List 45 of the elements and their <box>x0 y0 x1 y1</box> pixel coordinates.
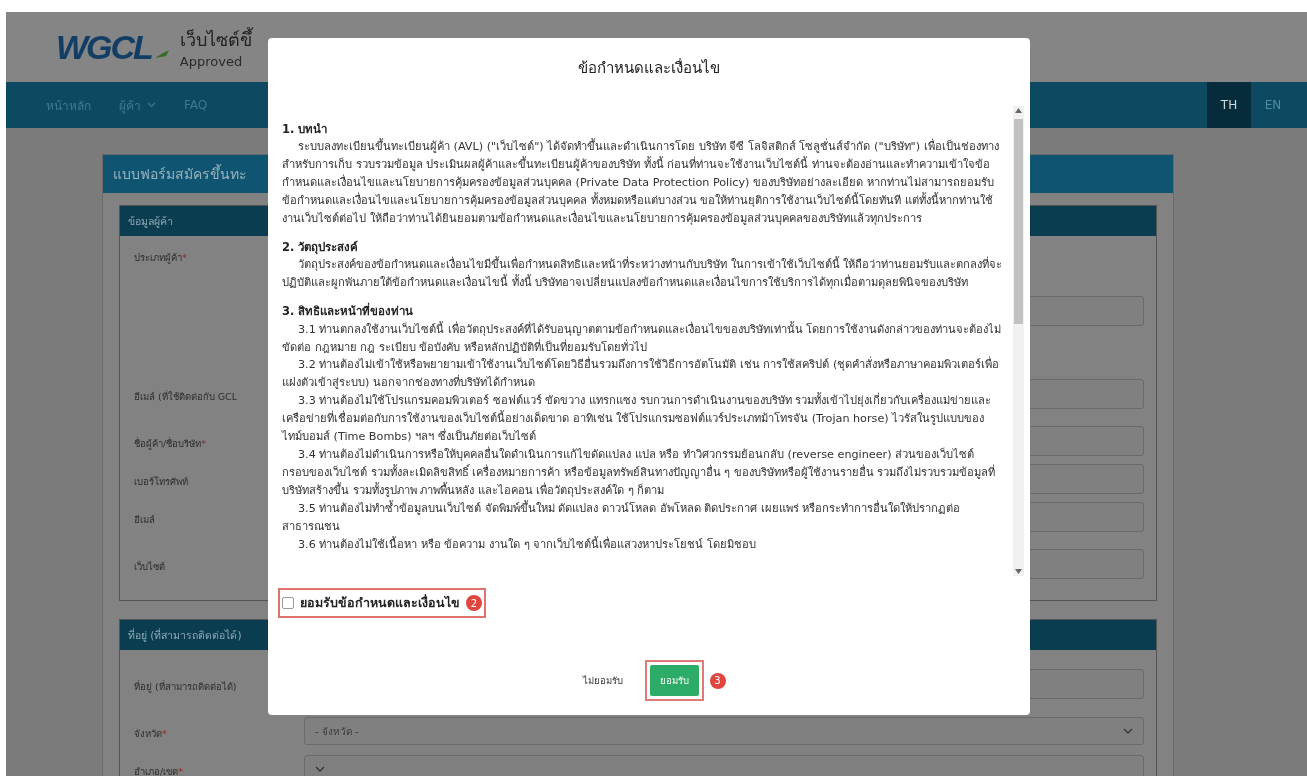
field-label: อำเภอ/เขต* <box>134 765 183 776</box>
terms-paragraph: 3.1 ท่านตกลงใช้งานเว็บไซต์นี้ เพื่อวัตถุประสงค์ที่ได้รับอนุญาตตามข้อกำหนดและเงื่อนไขของบริษัทเท่านั้น โดยการใช้งานดังกล่าวของท่านจะต้องไม่ขัดต่อ กฎหมาย กฎ ระเบียบ ข้อบังคับ หรือหลักปฏิบัติที่เป็นที่ยอมรับโดยทั่วไป <box>282 320 1003 356</box>
site-title: เว็บไซต์ขึ้ <box>179 26 252 52</box>
select-placeholder: - จังหวัด - <box>315 724 359 739</box>
step-badge: 2 <box>466 595 482 611</box>
accept-button[interactable]: ยอมรับ <box>649 665 699 696</box>
scrollbar[interactable] <box>1013 106 1024 576</box>
terms-paragraph: วัตถุประสงค์ของข้อกำหนดและเงื่อนไขมีขึ้นเพื่อกำหนดสิทธิและหน้าที่ระหว่างท่านกับบริษัท ในการเข้าใช้เว็บไซต์นี้ ให้ถือว่าท่านยอมรับและตกลงที่จะปฏิบัติและผูกพันภายใต้ข้อกำหนดและเงื่อนไขนี้ ทั้งนี้ บริษัทอาจเปลี่ยนแปลงข้อกำหนดและเงื่อนไขการใช้บริการได้ทุกเมื่อตามดุลยพินิจของบริษัท <box>282 256 1003 292</box>
section-title: ข้อมูลผู้ค้า <box>128 213 173 230</box>
scrollbar-thumb[interactable] <box>1014 119 1023 324</box>
terms-paragraph: 3.3 ท่านต้องไม่ใช้โปรแกรมคอมพิวเตอร์ ซอฟต์แวร์ ขัดขวาง แทรกแซง รบกวนการดำเนินงานของบริษัท รวมทั้งเข้าไปยุ่งเกี่ยวกับเครื่องแม่ข่ายและเครือข่ายที่เชื่อมต่อกับการใช้งานของเว็บไซต์นี้อย่างเด็ดขาด อาทิเช่น ใช้โปรแกรมซอฟต์แวร์ประเภทม้าโทรจัน (Trojan horse) ไวรัสในรูปแบบของไทม์บอมส์ (Time Bombs) ฯลฯ ซึ่งเป็นภัยต่อเว็บไซต์ <box>282 392 993 446</box>
form-title: แบบฟอร์มสมัครขึ้นทะ <box>113 163 247 184</box>
select-field[interactable]: - จังหวัด - <box>304 717 1144 745</box>
scroll-up-icon[interactable] <box>1015 108 1022 113</box>
section-heading: 3. สิทธิและหน้าที่ของท่าน <box>282 302 415 321</box>
section-heading: 2. วัตถุประสงค์ <box>282 239 360 256</box>
field-label: จังหวัด* <box>134 727 167 739</box>
field-label: ประเภทผู้ค้า* <box>134 252 187 263</box>
field-label: เว็บไซต์ <box>134 560 165 572</box>
agree-label[interactable]: ยอมรับข้อกำหนดและเงื่อนไข <box>300 593 460 613</box>
select-field[interactable] <box>304 755 1144 776</box>
field-label: ที่อยู่ (ที่สามารถติดต่อได้) <box>134 680 237 692</box>
agree-checkbox[interactable] <box>282 597 294 609</box>
leaf-icon <box>153 49 170 59</box>
field-label: อีเมล์ <box>134 513 155 525</box>
language-tab[interactable]: EN <box>1251 82 1295 128</box>
language-tab[interactable]: TH <box>1207 82 1251 128</box>
section-heading: 1. บทนำ <box>282 121 329 138</box>
terms-paragraph: 3.4 ท่านต้องไม่ดำเนินการหรือให้บุคคลอื่นใดดำเนินการแก้ไขดัดแปลง แปล หรือ ทำวิศวกรรมย้อนกลับ (reverse engineer) ส่วนของเว็บไซต์ กรอบของเว็บไซต์ รวมทั้งละเมิดลิขสิทธิ์ เครื่องหมายการค้า หรือข้อมูลทรัพย์สินทางปัญญาอื่น ๆ ของบริษัทหรือผู้ใช้งานรายอื่น รวมถึงไม่รวบรวมข้อมูลที่บริษัทสร้างขึ้น รวมทั้งรูปภาพ ภาพพื้นหลัง และไอคอน เพื่อวัตถุประสงค์ใด ๆ ก็ตาม <box>282 446 997 499</box>
chevron-down-icon <box>1123 728 1133 734</box>
terms-paragraph: ระบบลงทะเบียนขึ้นทะเบียนผู้ค้า (AVL) ("เว็บไซต์") ได้จัดทำขึ้นและดำเนินการโดย บริษัท จีซี โลจิสติกส์ โซลูชั่นส์จำกัด ("บริษัท") เพื่อเป็นช่องทางสำหรับการเก็บ รวบรวมข้อมูล ประเมินผลผู้ค้าและขึ้นทะเบียนผู้ค้าของบริษัท ทั้งนี้ ก่อนที่ท่านจะใช้งานเว็บไซต์นี้ ท่านจะต้องอ่านและทำความเข้าใจข้อกำหนดและเงื่อนไขและนโยบายการคุ้มครองข้อมูลส่วนบุคคล (Private Data Protection Policy) ของบริษัทอย่างละเอียด หากท่านไม่สามารถยอมรับข้อกำหนดและเงื่อนไขและนโยบายการคุ้มครองข้อมูลส่วนบุคคล ทั้งหมดหรือแต่บางส่วน ขอให้ท่านยุติการใช้งานเว็บไซต์นี้โดยทันที แต่ทั้งนี้หากท่านใช้งานเว็บไซต์ต่อไป ให้ถือว่าท่านได้ยินยอมตามข้อกำหนดและเงื่อนไขและนโยบายการคุ้มครองข้อมูลส่วนบุคคลของบริษัทแล้วทุกประการ <box>282 138 1000 228</box>
site-subtitle: Approved <box>179 54 244 69</box>
site-logo[interactable]: WGCL <box>56 27 152 67</box>
field-label: ชื่อผู้ค้า/ชื่อบริษัท* <box>134 437 206 449</box>
section-title: ที่อยู่ (ที่สามารถติดต่อได้) <box>128 627 242 644</box>
terms-paragraph: 3.2 ท่านต้องไม่เข้าใช้หรือพยายามเข้าใช้งานเว็บไซต์โดยวิธีอื่นรวมถึงการใช้วิธีการอัตโนมัติ เช่น การใช้สคริปต์ (ชุดคำสั่งหรือภาษาคอมพิวเตอร์เพื่อแฝงตัวเข้าสู่ระบบ) นอกจากช่องทางที่บริษัทได้กำหนด <box>282 356 1001 392</box>
scroll-down-icon[interactable] <box>1015 569 1022 574</box>
chevron-down-icon <box>315 766 325 772</box>
terms-paragraph: 3.6 ท่านต้องไม่ใช้เนื้อหา หรือ ข้อความ งานใด ๆ จากเว็บไซต์นี้เพื่อแสวงหาประโยชน์ โดยมิชอบ <box>297 535 757 553</box>
chevron-down-icon <box>147 102 156 108</box>
field-label: อีเมล์ (ที่ใช้ติดต่อกับ GCL <box>134 390 238 402</box>
field-label: เบอร์โทรศัพท์ <box>134 475 188 487</box>
step-badge: 3 <box>709 672 726 689</box>
dialog-title: ข้อกำหนดและเงื่อนไข <box>577 57 721 79</box>
terms-paragraph: 3.5 ท่านต้องไม่ทำซ้ำข้อมูลบนเว็บไซต์ จัดพิมพ์ขึ้นใหม่ ดัดแปลง ดาวน์โหลด อัพโหลด ติดประกาศ เผยแพร่ หรือกระทำการอื่นใดให้ปรากฏต่อสาธารณชน <box>282 499 962 535</box>
